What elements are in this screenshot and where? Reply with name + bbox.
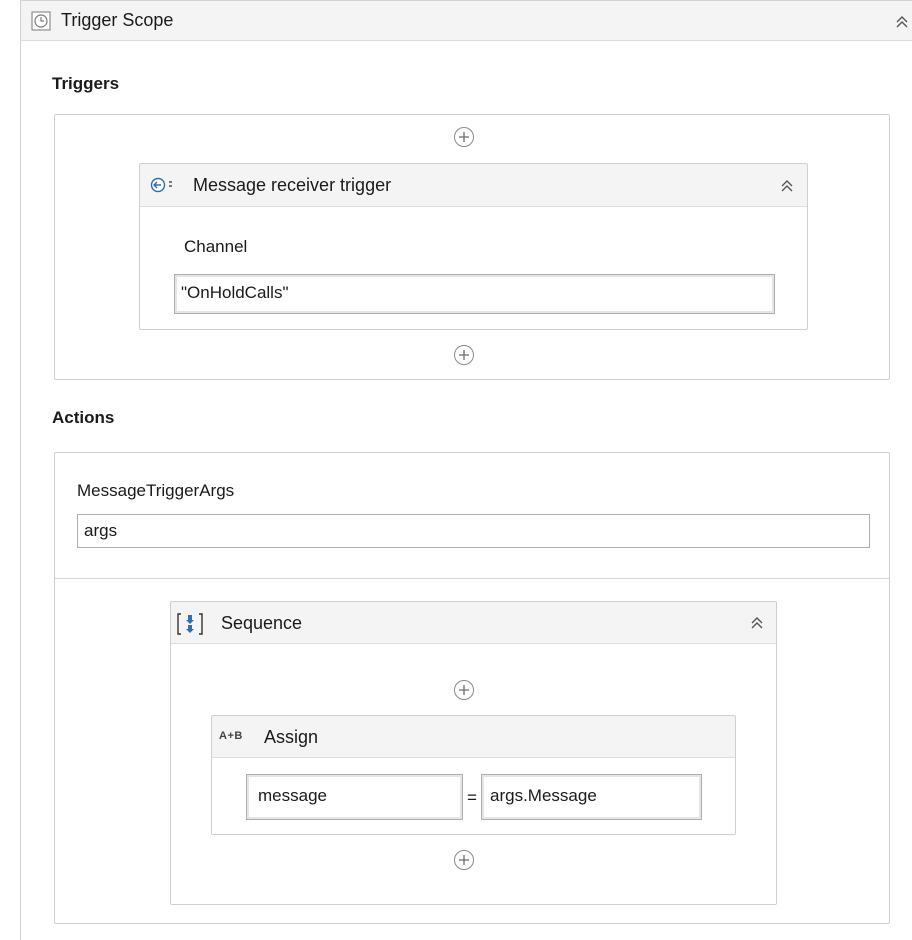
- assign-icon: A+B: [219, 730, 243, 742]
- message-trigger-args-input[interactable]: args: [77, 514, 870, 548]
- sequence-header[interactable]: Sequence: [171, 602, 776, 644]
- add-activity-bottom-button[interactable]: [454, 850, 474, 870]
- message-receiver-trigger-activity[interactable]: Message receiver trigger Channel "OnHold…: [139, 163, 808, 330]
- sequence-title: Sequence: [221, 613, 303, 633]
- clock-icon: [31, 11, 51, 31]
- message-receiver-title: Message receiver trigger: [193, 175, 392, 195]
- add-trigger-bottom-button[interactable]: [454, 345, 474, 365]
- message-trigger-args-label: MessageTriggerArgs: [77, 481, 235, 500]
- plus-icon: [459, 350, 469, 360]
- plus-icon: [459, 132, 469, 142]
- equals-sign: =: [467, 788, 477, 807]
- assign-header[interactable]: A+B Assign: [212, 716, 735, 758]
- assign-title: Assign: [264, 727, 319, 747]
- channel-input[interactable]: "OnHoldCalls": [174, 274, 775, 314]
- collapse-chevron-icon[interactable]: [778, 177, 796, 195]
- add-activity-top-button[interactable]: [454, 680, 474, 700]
- trigger-scope-title: Trigger Scope: [61, 10, 174, 30]
- actions-section-label: Actions: [52, 408, 115, 427]
- plus-icon: [459, 685, 469, 695]
- add-trigger-top-button[interactable]: [454, 127, 474, 147]
- message-receiver-icon: [149, 176, 177, 194]
- triggers-section-label: Triggers: [52, 74, 120, 93]
- trigger-scope-header[interactable]: Trigger Scope: [21, 1, 912, 41]
- message-receiver-header[interactable]: Message receiver trigger: [140, 164, 807, 207]
- plus-icon: [459, 855, 469, 865]
- assign-to-input[interactable]: message: [246, 774, 463, 820]
- actions-divider: [55, 578, 889, 579]
- collapse-chevron-icon[interactable]: [748, 614, 766, 632]
- assign-value-input[interactable]: args.Message: [481, 774, 702, 820]
- channel-label: Channel: [184, 237, 248, 256]
- assign-activity[interactable]: A+B Assign message = args.Message: [211, 715, 736, 835]
- collapse-chevron-icon[interactable]: [893, 13, 911, 31]
- sequence-icon: [175, 612, 205, 636]
